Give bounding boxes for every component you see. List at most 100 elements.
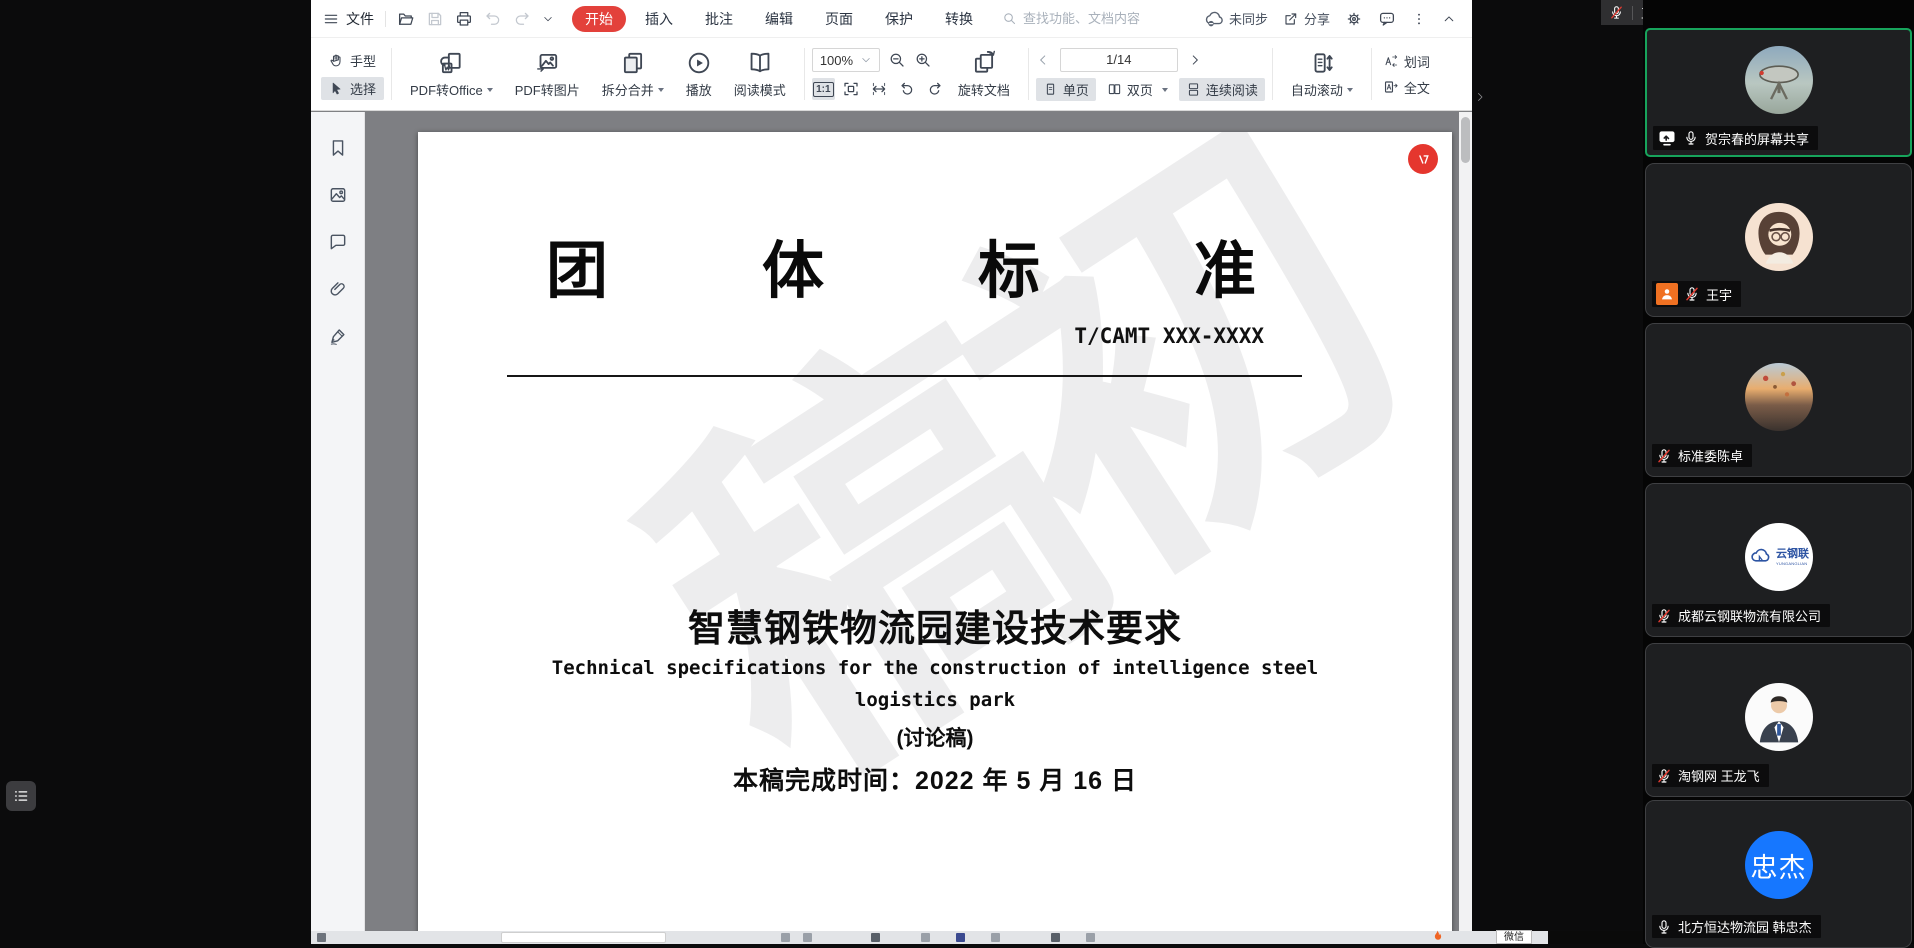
- undo-icon[interactable]: [484, 10, 502, 28]
- taskbar-icon[interactable]: [781, 933, 790, 942]
- collapse-ribbon-icon[interactable]: [1442, 12, 1456, 26]
- feedback-chat-icon[interactable]: [1378, 10, 1396, 28]
- taskbar-icon[interactable]: [1051, 933, 1060, 942]
- tab-protect[interactable]: 保护: [872, 6, 926, 32]
- open-file-icon[interactable]: [397, 10, 415, 28]
- vertical-scrollbar[interactable]: [1459, 112, 1472, 944]
- file-menu[interactable]: 文件: [323, 9, 374, 29]
- start-button[interactable]: [317, 933, 326, 942]
- header-rule: [507, 375, 1302, 377]
- fulltext-translate-icon: [1383, 79, 1399, 95]
- page-indicator[interactable]: 1/14: [1060, 48, 1178, 72]
- settings-gear-icon[interactable]: [1345, 10, 1363, 28]
- word-translate-button[interactable]: 划词: [1383, 52, 1441, 71]
- taskbar-icon[interactable]: [871, 933, 880, 942]
- select-tool-button[interactable]: 选择: [321, 77, 384, 100]
- sync-status[interactable]: 未同步: [1204, 9, 1268, 29]
- previous-page-icon[interactable]: [1036, 53, 1050, 67]
- taskbar-dark-corner: [1548, 931, 1643, 944]
- draft-note: (讨论稿): [418, 722, 1452, 752]
- participant-tile[interactable]: 王宇: [1645, 163, 1912, 317]
- windows-taskbar[interactable]: 微信: [311, 931, 1643, 944]
- share-button[interactable]: 分享: [1283, 9, 1330, 28]
- zoom-out-icon[interactable]: [888, 51, 906, 69]
- panel-expand-handle[interactable]: [1474, 90, 1486, 108]
- outline-list-icon: [12, 787, 30, 805]
- bookmarks-icon[interactable]: [328, 138, 348, 158]
- chevron-down-icon: [860, 54, 872, 66]
- taskbar-search[interactable]: [501, 932, 666, 943]
- participant-tile[interactable]: 云钢联 YUNGANGLIAN 成都云钢联物流有限公司: [1645, 483, 1912, 637]
- two-page-button[interactable]: 双页: [1100, 78, 1175, 101]
- more-options-icon[interactable]: [1411, 11, 1427, 27]
- continuous-reading-icon: [1186, 82, 1201, 97]
- rotate-cw-icon: [926, 80, 944, 98]
- print-icon[interactable]: [455, 10, 473, 28]
- participant-tile-screenshare[interactable]: 贺宗春的屏幕共享: [1645, 28, 1912, 157]
- redo-icon[interactable]: [513, 10, 531, 28]
- quickbar-more-icon[interactable]: [542, 13, 554, 25]
- search-input[interactable]: [1023, 11, 1155, 26]
- wps-pdf-window: 文件 开始 插入 批注 编辑 页面 保护 转换 未同步: [311, 0, 1472, 944]
- document-subtitle-en-2: logistics park: [418, 689, 1452, 711]
- mic-muted-icon[interactable]: [1609, 5, 1624, 20]
- file-menu-label: 文件: [346, 9, 374, 29]
- images-icon[interactable]: [328, 185, 348, 205]
- tab-page[interactable]: 页面: [812, 6, 866, 32]
- tab-edit[interactable]: 编辑: [752, 6, 806, 32]
- fulltext-translate-button[interactable]: 全文: [1383, 78, 1441, 97]
- chevron-right-icon: [1474, 91, 1486, 103]
- save-icon[interactable]: [426, 10, 444, 28]
- participant-tile[interactable]: 标准委陈卓: [1645, 323, 1912, 477]
- next-page-icon[interactable]: [1188, 53, 1202, 67]
- participant-avatar: [1745, 46, 1813, 114]
- tab-comment[interactable]: 批注: [692, 6, 746, 32]
- continuous-reading-button[interactable]: 连续阅读: [1179, 78, 1265, 101]
- taskbar-icon[interactable]: [1086, 933, 1095, 942]
- standard-header: 团 体 标 准: [418, 132, 1452, 310]
- browser-flame-icon[interactable]: [1429, 929, 1445, 945]
- outline-panel-button[interactable]: [6, 781, 36, 811]
- pdf-to-image-button[interactable]: PDF转图片: [504, 50, 591, 99]
- caret-down-icon: [658, 88, 664, 95]
- fit-page-button[interactable]: [840, 78, 863, 100]
- caret-down-icon: [1347, 88, 1353, 95]
- taskbar-icon[interactable]: [956, 933, 965, 942]
- scrollbar-thumb[interactable]: [1461, 117, 1470, 163]
- pdf-to-office-button[interactable]: PDF转Office: [399, 50, 504, 99]
- rotate-right-button[interactable]: [924, 78, 947, 100]
- comments-icon[interactable]: [328, 232, 348, 252]
- single-page-button[interactable]: 单页: [1036, 78, 1096, 101]
- zoom-in-icon[interactable]: [914, 51, 932, 69]
- company-logo-text: 云钢联: [1776, 548, 1809, 560]
- rotate-left-button[interactable]: [896, 78, 919, 100]
- tab-insert[interactable]: 插入: [632, 6, 686, 32]
- pdf-to-image-icon: [534, 50, 560, 76]
- single-page-icon: [1043, 82, 1058, 97]
- read-mode-button[interactable]: 阅读模式: [723, 50, 797, 99]
- signature-icon[interactable]: [328, 326, 348, 346]
- tab-home[interactable]: 开始: [572, 6, 626, 32]
- attachments-icon[interactable]: [328, 279, 348, 299]
- hand-tool-button[interactable]: 手型: [321, 49, 384, 72]
- taskbar-icon[interactable]: [803, 933, 812, 942]
- participant-tile[interactable]: 忠杰 北方恒达物流园 韩忠杰: [1645, 800, 1912, 948]
- taskbar-icon[interactable]: [991, 933, 1000, 942]
- participant-name-chip: 标准委陈卓: [1652, 444, 1752, 467]
- play-button[interactable]: 播放: [675, 50, 723, 99]
- taskbar-icon[interactable]: [921, 933, 930, 942]
- rotate-document-button[interactable]: 旋转文档: [947, 50, 1021, 99]
- red-stamp-badge[interactable]: [1408, 144, 1438, 174]
- fit-width-button[interactable]: [868, 78, 891, 100]
- participant-avatar: [1745, 683, 1813, 751]
- split-merge-button[interactable]: 拆分合并: [591, 50, 675, 99]
- participant-avatar: 云钢联 YUNGANGLIAN: [1745, 523, 1813, 591]
- participant-tile[interactable]: 淘钢网 王龙飞: [1645, 643, 1912, 797]
- tab-convert[interactable]: 转换: [932, 6, 986, 32]
- auto-scroll-button[interactable]: 自动滚动: [1280, 50, 1364, 99]
- actual-size-button[interactable]: 1:1: [812, 78, 835, 100]
- zoom-level-select[interactable]: 100%: [812, 48, 880, 72]
- hamburger-icon: [323, 11, 339, 27]
- word-translate-icon: [1383, 53, 1399, 69]
- cursor-icon: [329, 81, 344, 96]
